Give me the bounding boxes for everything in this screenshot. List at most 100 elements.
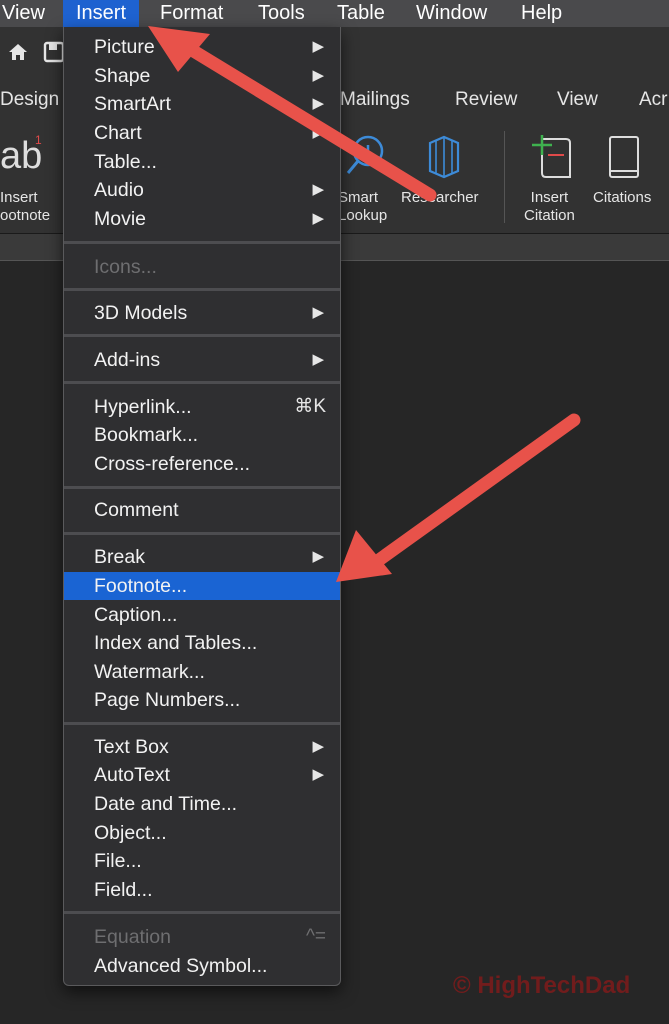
menu-label: AutoText [94,764,170,786]
menu-label: Bookmark... [94,424,199,446]
menu-item-comment[interactable]: Comment [64,496,340,524]
menu-item-file[interactable]: File... [64,847,340,875]
menu-label: Hyperlink... [94,396,192,418]
menu-item-equation: Equation ^= [64,923,340,951]
menu-item-object[interactable]: Object... [64,819,340,847]
menu-item-caption[interactable]: Caption... [64,601,340,629]
menu-item-field[interactable]: Field... [64,876,340,904]
menu-item-page-numbers[interactable]: Page Numbers... [64,686,340,714]
menu-label: Equation [94,926,171,948]
watermark: © HighTechDad [453,972,631,999]
menu-item-smartart[interactable]: SmartArt ▶ [64,90,340,118]
menu-label: Table... [94,151,157,173]
menubar-tools[interactable]: Tools [258,0,305,27]
menu-separator [64,722,340,725]
menu-separator [64,241,340,244]
menu-item-date-and-time[interactable]: Date and Time... [64,790,340,818]
ribbon-divider [504,131,505,223]
tab-mailings[interactable]: Mailings [340,89,410,111]
menu-item-shape[interactable]: Shape ▶ [64,62,340,90]
menu-item-picture[interactable]: Picture ▶ [64,33,340,61]
menu-label: Cross-reference... [94,453,251,475]
tab-design[interactable]: Design [0,89,59,111]
menu-separator [64,532,340,535]
menu-separator [64,911,340,914]
submenu-arrow-icon: ▶ [312,124,324,141]
menu-item-text-box[interactable]: Text Box ▶ [64,733,340,761]
smart-lookup-icon [346,135,384,174]
arrow-to-footnote [336,413,581,582]
menu-label: SmartArt [94,93,171,115]
submenu-arrow-icon: ▶ [312,210,324,227]
insert-menu: Picture ▶ Shape ▶ SmartArt ▶ Chart ▶ Table..… [63,27,341,986]
submenu-arrow-icon: ▶ [312,67,324,84]
menubar-insert[interactable]: Insert [63,0,140,27]
menubar-window[interactable]: Window [416,0,487,27]
menubar-help[interactable]: Help [521,0,562,27]
insert-citation-icon [532,135,571,178]
book-icon [609,136,639,178]
menu-separator [64,486,340,489]
menu-label: Index and Tables... [94,632,258,654]
menu-label: Icons... [94,256,157,278]
menu-item-bookmark[interactable]: Bookmark... [64,421,340,449]
menu-item-cross-reference[interactable]: Cross-reference... [64,450,340,478]
menu-separator [64,288,340,291]
menu-item-index-and-tables[interactable]: Index and Tables... [64,629,340,657]
submenu-arrow-icon: ▶ [312,548,324,565]
menu-item-break[interactable]: Break ▶ [64,543,340,571]
menu-label: File... [94,850,142,872]
footnote-superscript: 1 [35,133,42,147]
menu-label: Comment [94,499,179,521]
menu-label: Date and Time... [94,793,238,815]
menubar-table[interactable]: Table [337,0,385,27]
menu-item-add-ins[interactable]: Add-ins ▶ [64,346,340,374]
menu-label: Shape [94,65,151,87]
submenu-arrow-icon: ▶ [312,304,324,321]
insert-footnote-label: Insert ootnote [0,189,51,224]
menu-label: Text Box [94,736,169,758]
smart-lookup-label: Smart Lookup [338,189,388,224]
menu-separator [64,334,340,337]
menu-label: Add-ins [94,349,161,371]
menubar-view[interactable]: View [2,0,45,27]
menu-label: Object... [94,822,167,844]
insert-citation-label: Insert Citation [524,189,575,224]
menu-label: Picture [94,36,155,58]
shortcut-label: ^= [305,926,326,947]
menu-item-chart[interactable]: Chart ▶ [64,119,340,147]
menu-item-advanced-symbol[interactable]: Advanced Symbol... [64,952,340,980]
menu-label: Audio [94,179,144,201]
menubar-format[interactable]: Format [160,0,223,27]
save-icon[interactable] [43,41,65,69]
researcher-icon [428,135,460,179]
home-icon[interactable] [7,41,29,69]
menu-item-movie[interactable]: Movie ▶ [64,205,340,233]
menu-item-table[interactable]: Table... [64,148,340,176]
menu-item-audio[interactable]: Audio ▶ [64,176,340,204]
menu-item-hyperlink[interactable]: Hyperlink... ⌘K [64,393,340,421]
submenu-arrow-icon: ▶ [312,95,324,112]
submenu-arrow-icon: ▶ [312,38,324,55]
menu-label: Advanced Symbol... [94,955,268,977]
tab-review[interactable]: Review [455,89,517,111]
menu-item-watermark[interactable]: Watermark... [64,658,340,686]
menu-item-3d-models[interactable]: 3D Models ▶ [64,299,340,327]
citations-label: Citations [593,189,652,206]
menu-item-autotext[interactable]: AutoText ▶ [64,761,340,789]
menu-label: 3D Models [94,302,188,324]
menu-item-icons: Icons... [64,253,340,281]
menu-label: Footnote... [94,575,188,597]
submenu-arrow-icon: ▶ [312,766,324,783]
menu-item-footnote[interactable]: Footnote... [64,572,340,600]
menu-label: Caption... [94,604,178,626]
researcher-label: Researcher [401,189,479,206]
menubar: View Insert Format Tools Table Window He… [0,0,669,28]
submenu-arrow-icon: ▶ [312,181,324,198]
submenu-arrow-icon: ▶ [312,738,324,755]
tab-acrobat[interactable]: Acr [639,89,668,111]
menu-label: Chart [94,122,142,144]
menu-label: Page Numbers... [94,689,241,711]
menu-label: Watermark... [94,661,205,683]
tab-view[interactable]: View [557,89,598,111]
